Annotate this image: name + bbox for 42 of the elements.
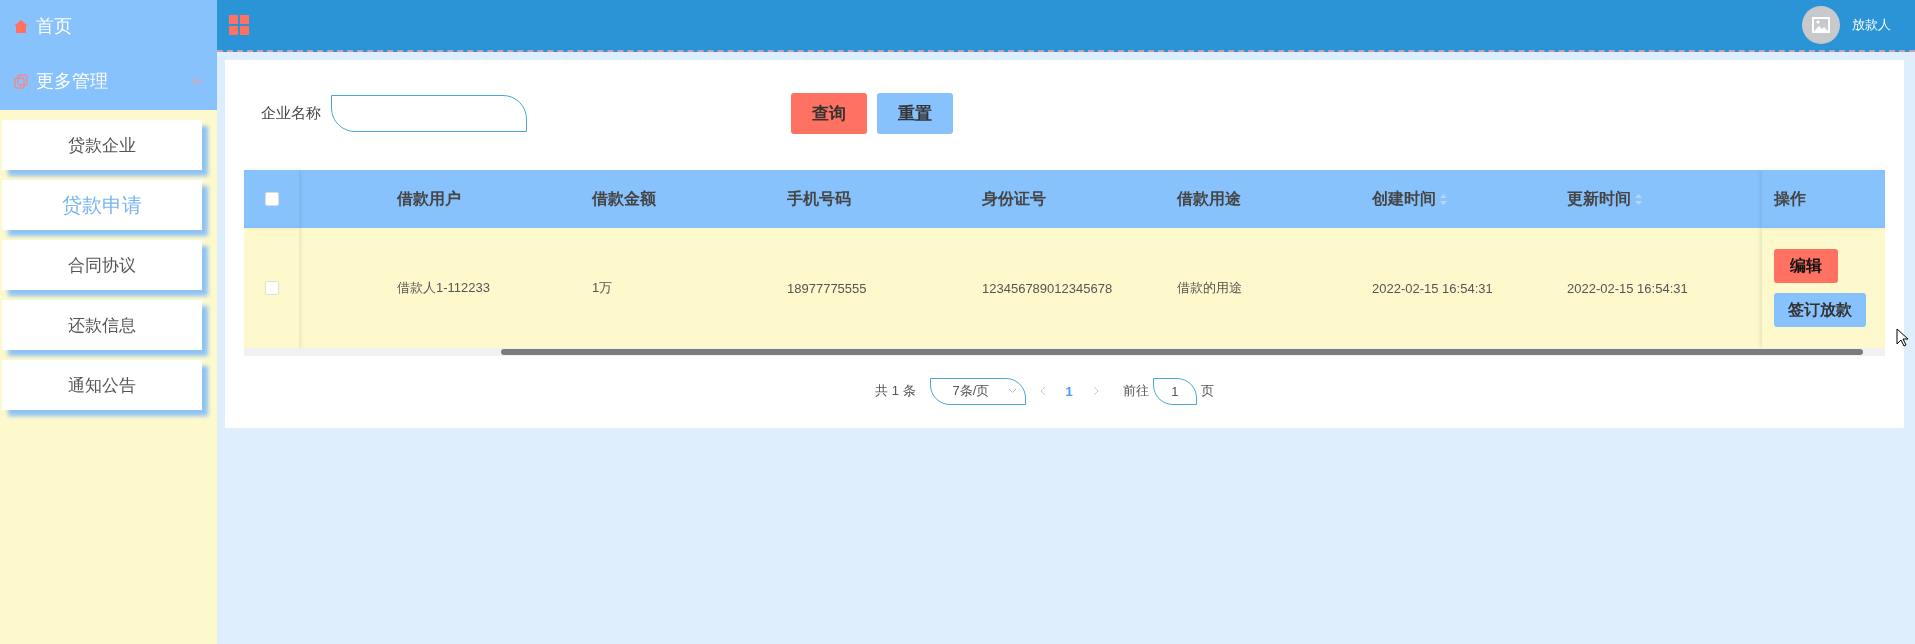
field-label: 企业名称 — [261, 103, 321, 123]
table-cell: 借款的用途 — [1177, 279, 1242, 297]
sidebar-item[interactable]: 还款信息 — [2, 300, 202, 350]
goto-label: 前往 — [1122, 382, 1149, 400]
table-cell: 2022-02-15 16:54:31 — [1372, 280, 1493, 296]
row-action-button[interactable]: 编辑 — [1774, 249, 1838, 283]
avatar[interactable] — [1802, 6, 1840, 44]
row-action-button[interactable]: 签订放款 — [1774, 293, 1866, 327]
scrollbar-thumb[interactable] — [501, 349, 1863, 355]
table-cell: 18977775555 — [787, 280, 867, 296]
page-size-select[interactable]: 7条/页 — [929, 377, 1026, 405]
previous-page-icon[interactable] — [1039, 386, 1046, 396]
chevron-down-icon — [1007, 388, 1017, 394]
column-header: 更新时间 — [1567, 188, 1631, 209]
column-header: 手机号码 — [787, 188, 851, 209]
sidebar-item[interactable]: 通知公告 — [2, 360, 202, 410]
sidebar-item[interactable]: 合同协议 — [2, 240, 202, 290]
sidebar-item[interactable]: 贷款企业 — [2, 120, 202, 170]
column-header: 操作 — [1774, 188, 1807, 209]
column-header: 借款用户 — [397, 188, 461, 209]
checkbox[interactable] — [264, 281, 279, 295]
sort-icon[interactable] — [1635, 193, 1642, 205]
next-page-icon[interactable] — [1092, 386, 1099, 396]
copy-icon — [14, 73, 28, 89]
column-header: 身份证号 — [982, 188, 1046, 209]
grid-icon[interactable] — [229, 15, 249, 35]
page-suffix: 页 — [1200, 382, 1214, 400]
sort-icon[interactable] — [1440, 193, 1447, 205]
column-header: 借款金额 — [592, 188, 656, 209]
checkbox[interactable] — [264, 192, 279, 206]
search-button[interactable]: 查询 — [791, 92, 867, 134]
column-header: 借款用途 — [1177, 188, 1241, 209]
search-button[interactable]: 重置 — [877, 92, 953, 134]
goto-page-field[interactable]: 1 — [1152, 377, 1197, 405]
table-cell: 1万 — [592, 279, 613, 297]
company-name-field[interactable] — [331, 94, 527, 132]
table-cell: 2022-02-15 16:54:31 — [1567, 280, 1688, 296]
home-icon — [14, 19, 28, 33]
table-cell: 借款人1-112233 — [397, 279, 490, 297]
table-cell: 123456789012345678 — [982, 280, 1113, 296]
column-header: 创建时间 — [1372, 188, 1436, 209]
total-count: 共 1 条 — [875, 382, 916, 400]
